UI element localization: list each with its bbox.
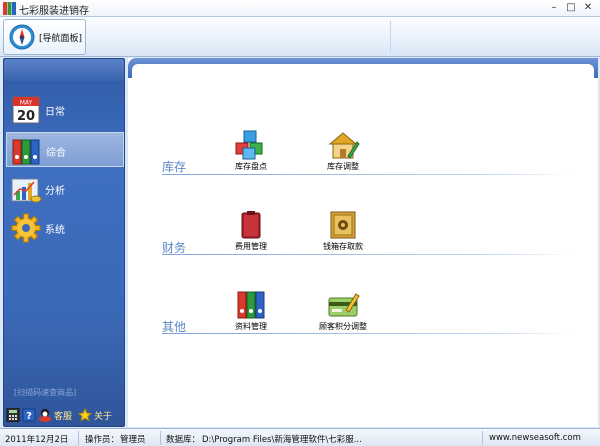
- nav-panel-tab-label: [导航面板]: [39, 34, 83, 44]
- close-button[interactable]: ✕: [580, 1, 596, 15]
- tool-cashbox[interactable]: 钱箱存取款: [308, 210, 378, 252]
- binders-icon: [12, 139, 40, 165]
- tool-label: 费用管理: [235, 242, 267, 251]
- tool-label: 顾客积分调整: [319, 322, 367, 331]
- section-divider: [162, 333, 572, 334]
- status-database-path: D:\Program Files\新海管理软件\七彩服...: [202, 435, 362, 445]
- tool-data-management[interactable]: 资料管理: [216, 290, 286, 332]
- sidebar-item-label: 综合: [46, 148, 66, 159]
- tool-label: 资料管理: [235, 322, 267, 331]
- status-separator: [160, 431, 161, 445]
- section-divider: [162, 174, 572, 175]
- svg-text:?: ?: [26, 411, 32, 422]
- tool-label: 钱箱存取款: [323, 242, 363, 251]
- main-panel-header-inner: [132, 64, 594, 78]
- sidebar-bottom-bar: ? 客服 关于: [6, 406, 124, 424]
- ribbon-separator: [390, 21, 391, 53]
- sidebar-item-daily[interactable]: MAY 20 日常: [6, 92, 124, 127]
- sidebar-item-system[interactable]: 系统: [6, 210, 124, 245]
- status-website-link[interactable]: www.newseasoft.com: [489, 433, 581, 443]
- status-separator: [482, 431, 483, 445]
- sidebar-item-label: 系统: [45, 225, 65, 236]
- status-operator-label: 操作员：: [85, 435, 120, 445]
- sidebar-item-label: 日常: [45, 107, 65, 118]
- calendar-day: 20: [17, 109, 35, 124]
- nav-panel-tab[interactable]: [导航面板]: [3, 19, 86, 55]
- maximize-button[interactable]: □: [563, 1, 579, 15]
- main-panel: 库存 库存盘点 库存调整 财务 费用管理 钱箱存取款 其他 资料管理 顾客积分调…: [128, 58, 598, 427]
- calculator-icon[interactable]: [6, 408, 20, 422]
- tool-label: 库存盘点: [235, 162, 267, 171]
- status-separator: [78, 431, 79, 445]
- calendar-icon: MAY 20: [12, 96, 40, 124]
- house-edit-icon: [328, 132, 360, 159]
- customer-service-icon[interactable]: [38, 408, 52, 422]
- status-date: 2011年12月2日: [5, 435, 69, 445]
- app-icon: [3, 2, 16, 15]
- star-icon[interactable]: [78, 408, 93, 422]
- status-bar: 2011年12月2日 操作员： 管理员 数据库： D:\Program File…: [0, 428, 600, 446]
- status-operator: 管理员: [120, 435, 146, 445]
- credit-card-icon: [328, 293, 360, 317]
- scan-hint[interactable]: [扫描码速查商品]: [14, 387, 76, 398]
- binders-icon: [237, 291, 265, 319]
- sidebar-item-label: 分析: [45, 186, 65, 197]
- ribbon: [导航面板]: [0, 17, 600, 57]
- sidebar-item-general[interactable]: 综合: [6, 132, 124, 167]
- window-controls: – □ ✕: [546, 1, 596, 15]
- tool-points-adjust[interactable]: 顾客积分调整: [308, 290, 378, 332]
- chart-icon: [11, 178, 42, 203]
- main-panel-header: [128, 58, 598, 78]
- sidebar: MAY 20 日常 综合 分析 系统 [扫描码速查商品] ? 客服 关于: [3, 58, 125, 427]
- compass-icon: [9, 24, 35, 50]
- sidebar-header: [4, 59, 124, 81]
- title-bar: 七彩服装进销存 – □ ✕: [0, 0, 600, 17]
- safe-icon: [330, 211, 356, 239]
- minimize-button[interactable]: –: [546, 1, 562, 15]
- cubes-icon: [235, 130, 263, 160]
- tool-stock-adjust[interactable]: 库存调整: [308, 130, 378, 172]
- wallet-icon: [241, 211, 261, 239]
- section-divider: [162, 254, 572, 255]
- tool-stock-count[interactable]: 库存盘点: [216, 130, 286, 172]
- section-title-inventory: 库存: [162, 160, 187, 174]
- gear-icon: [11, 213, 41, 243]
- about-label[interactable]: 关于: [94, 409, 112, 422]
- calendar-month: MAY: [20, 100, 33, 107]
- sidebar-item-analysis[interactable]: 分析: [6, 171, 124, 206]
- customer-service-label[interactable]: 客服: [54, 409, 72, 422]
- tool-label: 库存调整: [327, 162, 359, 171]
- tool-expense-management[interactable]: 费用管理: [216, 210, 286, 252]
- window-title: 七彩服装进销存: [19, 6, 89, 17]
- help-icon[interactable]: ?: [22, 408, 36, 422]
- status-database-label: 数据库：: [166, 435, 201, 445]
